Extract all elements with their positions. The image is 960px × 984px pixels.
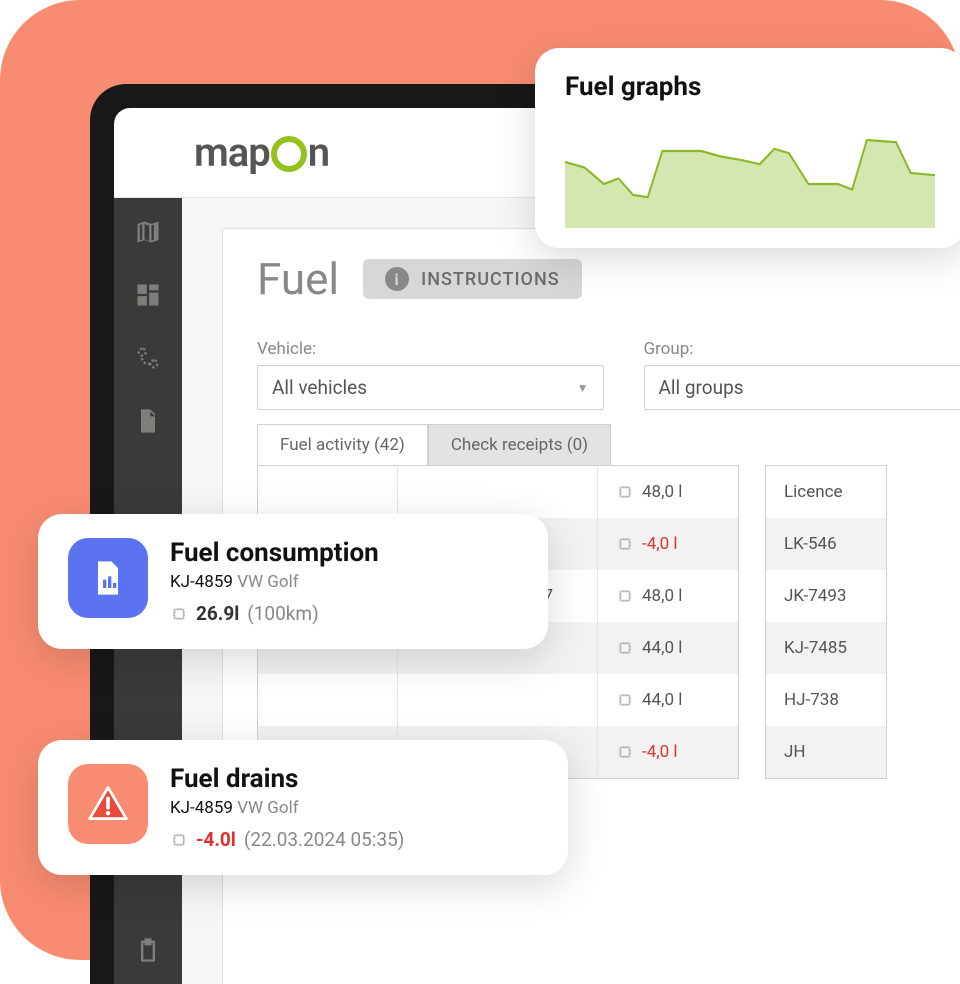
- cell-plate: HJ-738: [766, 674, 886, 726]
- group-select-value: All groups: [659, 376, 744, 399]
- instructions-label: INSTRUCTIONS: [421, 269, 559, 290]
- drains-vehicle: KJ-4859 VW Golf: [170, 798, 404, 818]
- cell-vol: -4,0 l: [598, 518, 738, 570]
- table-row: JH: [766, 726, 886, 778]
- table-header: Licence: [766, 466, 886, 518]
- info-icon: i: [385, 267, 409, 291]
- header-licence: Licence: [766, 466, 886, 518]
- instructions-button[interactable]: i INSTRUCTIONS: [363, 259, 581, 299]
- consumption-vehicle: KJ-4859 VW Golf: [170, 572, 379, 592]
- logo-o-icon: [271, 136, 307, 172]
- tab-fuel-activity[interactable]: Fuel activity (42): [257, 424, 428, 466]
- chevron-down-icon: ▼: [577, 381, 589, 395]
- table-row: KJ-7485: [766, 622, 886, 674]
- vehicle-select[interactable]: All vehicles ▼: [257, 365, 604, 410]
- cell-vol: 44,0 l: [598, 674, 738, 726]
- cell-plate: JH: [766, 726, 886, 778]
- chip-icon: [616, 743, 634, 761]
- cell-vol: -4,0 l: [598, 726, 738, 778]
- cell-plate: JK-7493: [766, 570, 886, 622]
- logo: map n: [194, 129, 329, 176]
- cell-plate: LK-546: [766, 518, 886, 570]
- cell-vol: 48,0 l: [598, 570, 738, 622]
- fuel-graph: [565, 118, 935, 228]
- dashboard-icon[interactable]: [134, 281, 162, 309]
- chip-icon: [170, 831, 188, 849]
- cell-vol: 44,0 l: [598, 622, 738, 674]
- map-icon[interactable]: [134, 218, 162, 246]
- routes-icon[interactable]: [134, 344, 162, 372]
- drains-badge: [68, 764, 148, 844]
- chip-icon: [616, 587, 634, 605]
- chip-icon: [170, 605, 188, 623]
- group-select[interactable]: All groups ▼: [644, 365, 960, 410]
- cell-time: [398, 466, 598, 518]
- consumption-badge: [68, 538, 148, 618]
- logo-text-suffix: n: [308, 129, 329, 176]
- fuel-graphs-card: Fuel graphs: [535, 48, 960, 248]
- vehicle-filter-label: Vehicle:: [257, 339, 604, 359]
- fuel-consumption-card: Fuel consumption KJ-4859 VW Golf 26.9l (…: [38, 514, 548, 649]
- logo-text-prefix: map: [194, 129, 270, 176]
- table-row: JK-7493: [766, 570, 886, 622]
- cell-plate: KJ-7485: [766, 622, 886, 674]
- document-icon[interactable]: [134, 407, 162, 435]
- chip-icon: [616, 483, 634, 501]
- cell-time: [398, 674, 598, 726]
- alert-triangle-icon: [86, 782, 130, 826]
- table-row: HJ-738: [766, 674, 886, 726]
- table-row: 44,0 l: [258, 674, 738, 726]
- table-row: 48,0 l: [258, 466, 738, 518]
- tab-check-receipts[interactable]: Check receipts (0): [428, 424, 611, 466]
- table-row: LK-546: [766, 518, 886, 570]
- file-chart-icon: [88, 558, 128, 598]
- chip-icon: [616, 639, 634, 657]
- consumption-title: Fuel consumption: [170, 538, 379, 568]
- cell-plate: [258, 674, 398, 726]
- drains-title: Fuel drains: [170, 764, 404, 794]
- consumption-metric: 26.9l (100km): [170, 602, 379, 625]
- cell-vol: 48,0 l: [598, 466, 738, 518]
- chip-icon: [616, 691, 634, 709]
- vehicle-select-value: All vehicles: [272, 376, 367, 399]
- cell-plate: [258, 466, 398, 518]
- drains-metric: -4.0l (22.03.2024 05:35): [170, 828, 404, 851]
- page-title: Fuel: [257, 253, 339, 305]
- group-filter-label: Group:: [644, 339, 960, 359]
- fuel-drains-card: Fuel drains KJ-4859 VW Golf -4.0l (22.03…: [38, 740, 568, 875]
- chip-icon: [616, 535, 634, 553]
- licence-table: Licence LK-546 JK-7493 KJ-7485 HJ-738 JH: [765, 465, 887, 779]
- fuel-graphs-title: Fuel graphs: [565, 72, 935, 102]
